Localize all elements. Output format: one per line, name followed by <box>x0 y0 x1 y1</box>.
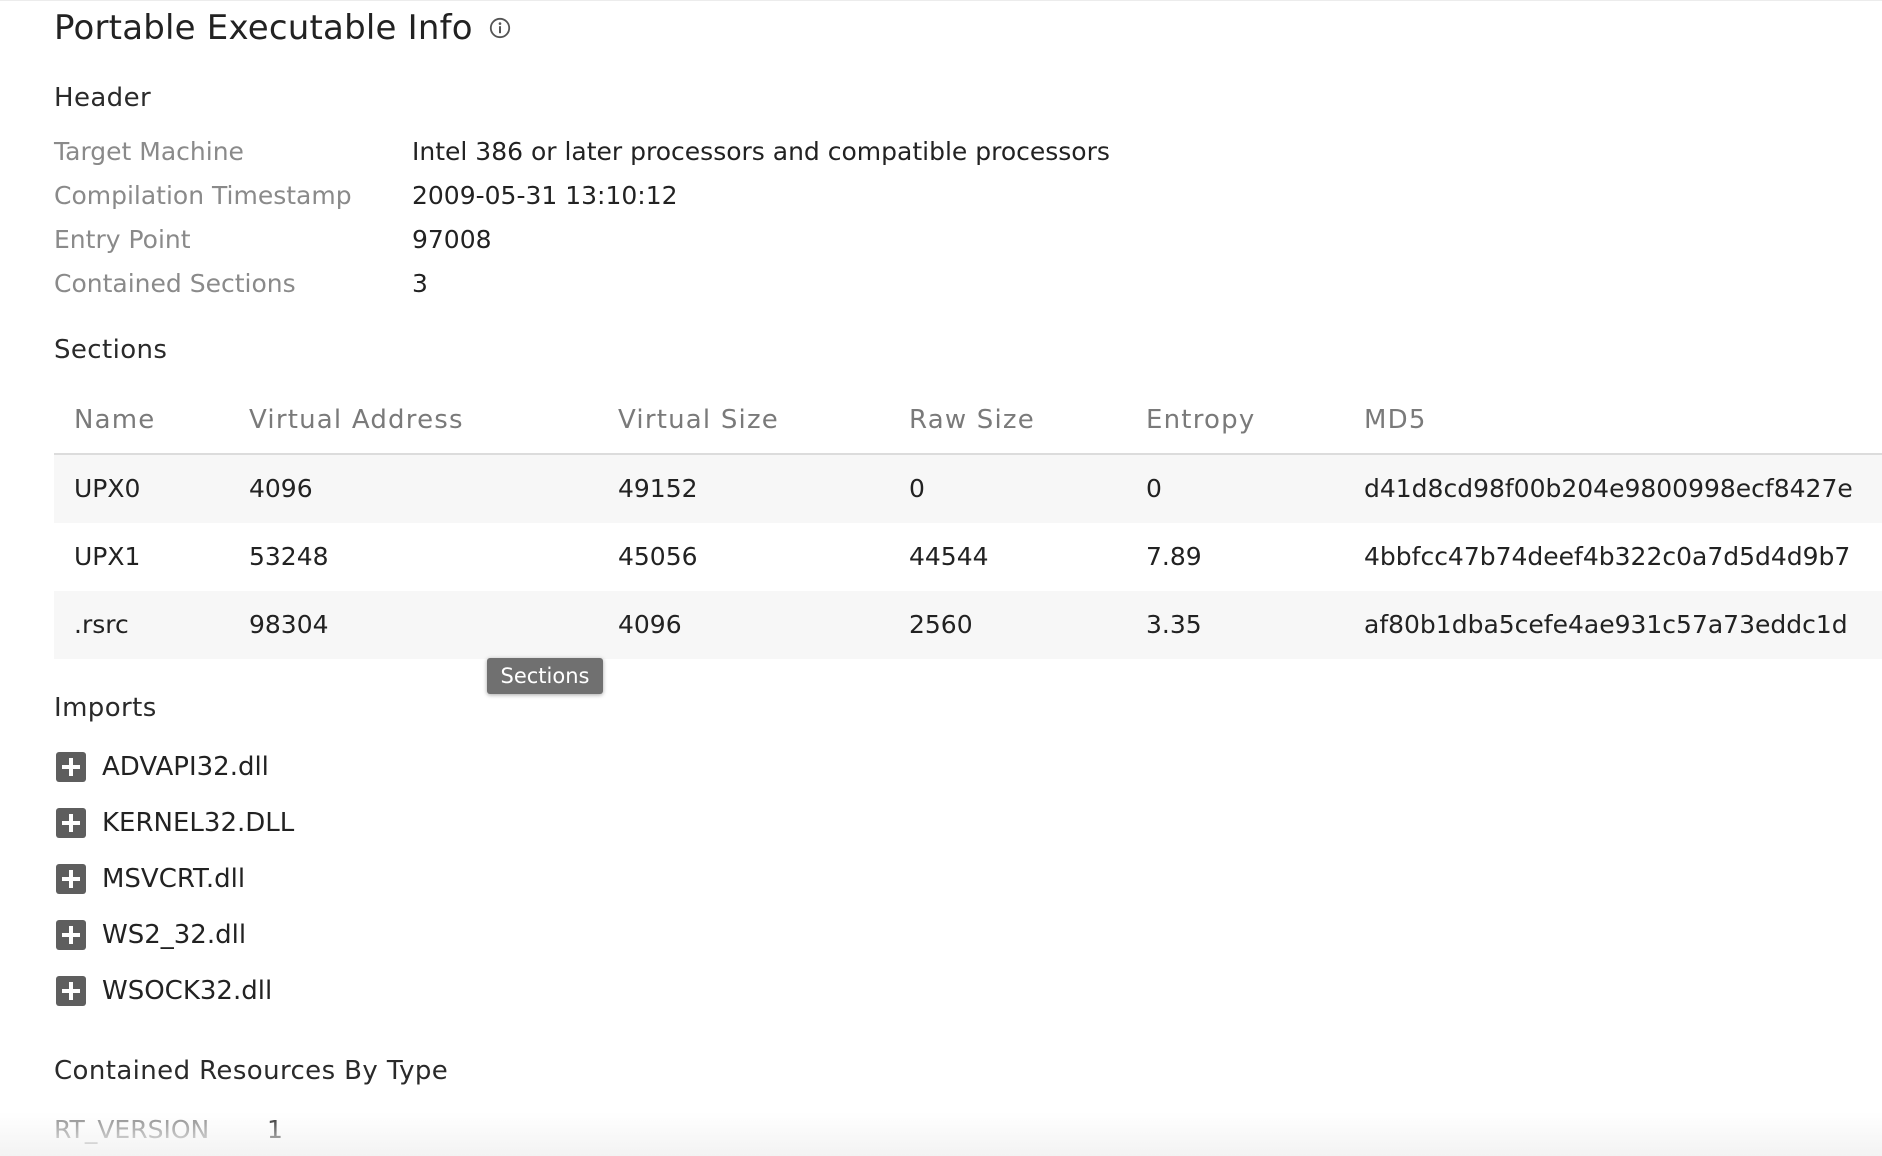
header-value: 2009-05-31 13:10:12 <box>412 180 678 210</box>
column-header-raw-size[interactable]: Raw Size <box>909 387 1035 453</box>
plus-square-icon[interactable] <box>56 808 86 838</box>
cell-virtual-size: 4096 <box>618 610 682 639</box>
import-name: WS2_32.dll <box>102 920 247 950</box>
header-row-compilation-timestamp: Compilation Timestamp 2009-05-31 13:10:1… <box>54 175 678 215</box>
title-row: Portable Executable Info <box>54 5 511 51</box>
cell-name: UPX1 <box>74 542 141 571</box>
header-value: 3 <box>412 268 428 298</box>
cell-virtual-size: 49152 <box>618 474 698 503</box>
header-heading: Header <box>54 83 152 113</box>
cell-entropy: 3.35 <box>1146 610 1202 639</box>
sections-tooltip: Sections <box>487 658 603 694</box>
import-item-msvcrt[interactable]: MSVCRT.dll <box>56 859 245 899</box>
cell-raw-size: 2560 <box>909 610 973 639</box>
header-row-entry-point: Entry Point 97008 <box>54 219 492 259</box>
plus-square-icon[interactable] <box>56 864 86 894</box>
resources-heading: Contained Resources By Type <box>54 1056 449 1086</box>
table-row: UPX0 4096 49152 0 0 d41d8cd98f00b204e980… <box>54 455 1882 523</box>
cell-virtual-address: 53248 <box>249 542 329 571</box>
header-label: Entry Point <box>54 224 191 254</box>
column-header-virtual-size[interactable]: Virtual Size <box>618 387 779 453</box>
resource-row-rt-version: RT_VERSION 1 <box>54 1109 283 1149</box>
import-name: ADVAPI32.dll <box>102 752 269 782</box>
column-header-name[interactable]: Name <box>74 387 156 453</box>
plus-square-icon[interactable] <box>56 752 86 782</box>
page-title: Portable Executable Info <box>54 8 473 48</box>
import-item-ws2-32[interactable]: WS2_32.dll <box>56 915 246 955</box>
plus-square-icon[interactable] <box>56 920 86 950</box>
header-row-contained-sections: Contained Sections 3 <box>54 263 428 303</box>
resource-value: 1 <box>267 1114 283 1144</box>
cell-entropy: 0 <box>1146 474 1162 503</box>
sections-heading: Sections <box>54 335 168 365</box>
table-row: .rsrc 98304 4096 2560 3.35 af80b1dba5cef… <box>54 591 1882 659</box>
sections-table: Name Virtual Address Virtual Size Raw Si… <box>54 387 1882 659</box>
header-value: 97008 <box>412 224 492 254</box>
cell-virtual-address: 4096 <box>249 474 313 503</box>
header-label: Contained Sections <box>54 268 296 298</box>
column-header-entropy[interactable]: Entropy <box>1146 387 1255 453</box>
pe-info-panel: Portable Executable Info Header Target M… <box>0 0 1882 1156</box>
import-name: KERNEL32.DLL <box>102 808 295 838</box>
table-header: Name Virtual Address Virtual Size Raw Si… <box>54 387 1882 455</box>
column-header-virtual-address[interactable]: Virtual Address <box>249 387 464 453</box>
cell-name: UPX0 <box>74 474 141 503</box>
cell-md5: d41d8cd98f00b204e9800998ecf8427e <box>1364 474 1853 503</box>
info-icon[interactable] <box>489 17 511 39</box>
cell-raw-size: 44544 <box>909 542 989 571</box>
cell-virtual-size: 45056 <box>618 542 698 571</box>
header-label: Compilation Timestamp <box>54 180 352 210</box>
plus-square-icon[interactable] <box>56 976 86 1006</box>
imports-heading: Imports <box>54 693 157 723</box>
cell-entropy: 7.89 <box>1146 542 1202 571</box>
resource-label: RT_VERSION <box>54 1114 210 1144</box>
cell-md5: 4bbfcc47b74deef4b322c0a7d5d4d9b7 <box>1364 542 1851 571</box>
cell-raw-size: 0 <box>909 474 925 503</box>
table-row: UPX1 53248 45056 44544 7.89 4bbfcc47b74d… <box>54 523 1882 591</box>
column-header-md5[interactable]: MD5 <box>1364 387 1427 453</box>
import-item-kernel32[interactable]: KERNEL32.DLL <box>56 803 294 843</box>
cell-name: .rsrc <box>74 610 129 639</box>
header-value: Intel 386 or later processors and compat… <box>412 136 1110 166</box>
cell-md5: af80b1dba5cefe4ae931c57a73eddc1d <box>1364 610 1848 639</box>
import-name: WSOCK32.dll <box>102 976 273 1006</box>
import-item-wsock32[interactable]: WSOCK32.dll <box>56 971 272 1011</box>
import-item-advapi32[interactable]: ADVAPI32.dll <box>56 747 269 787</box>
header-label: Target Machine <box>54 136 244 166</box>
import-name: MSVCRT.dll <box>102 864 246 894</box>
header-row-target-machine: Target Machine Intel 386 or later proces… <box>54 131 1110 171</box>
cell-virtual-address: 98304 <box>249 610 329 639</box>
